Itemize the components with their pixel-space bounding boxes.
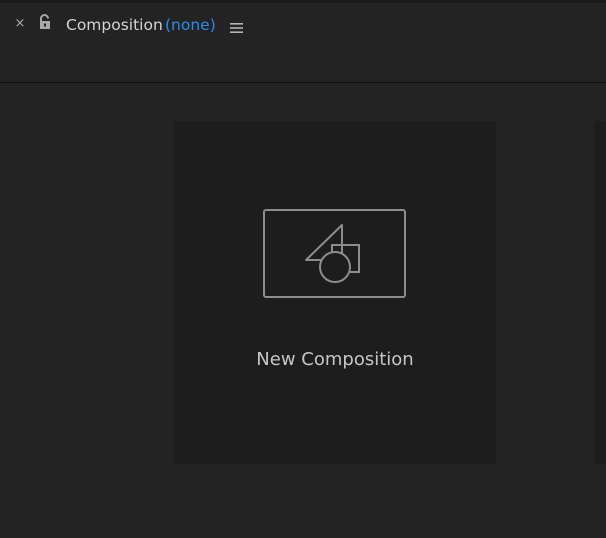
active-composition-name[interactable]: (none) — [165, 16, 216, 34]
panel-title[interactable]: Composition — [66, 16, 163, 34]
new-composition-icon — [263, 209, 406, 298]
composition-panel-header: × Composition (none) — [0, 3, 606, 83]
lock-icon[interactable] — [38, 14, 52, 30]
new-composition-label: New Composition — [256, 349, 414, 370]
new-composition-tile[interactable]: New Composition — [174, 121, 496, 464]
panel-menu-icon[interactable] — [230, 19, 243, 33]
close-icon[interactable]: × — [13, 17, 27, 31]
next-start-tile[interactable] — [594, 121, 606, 464]
